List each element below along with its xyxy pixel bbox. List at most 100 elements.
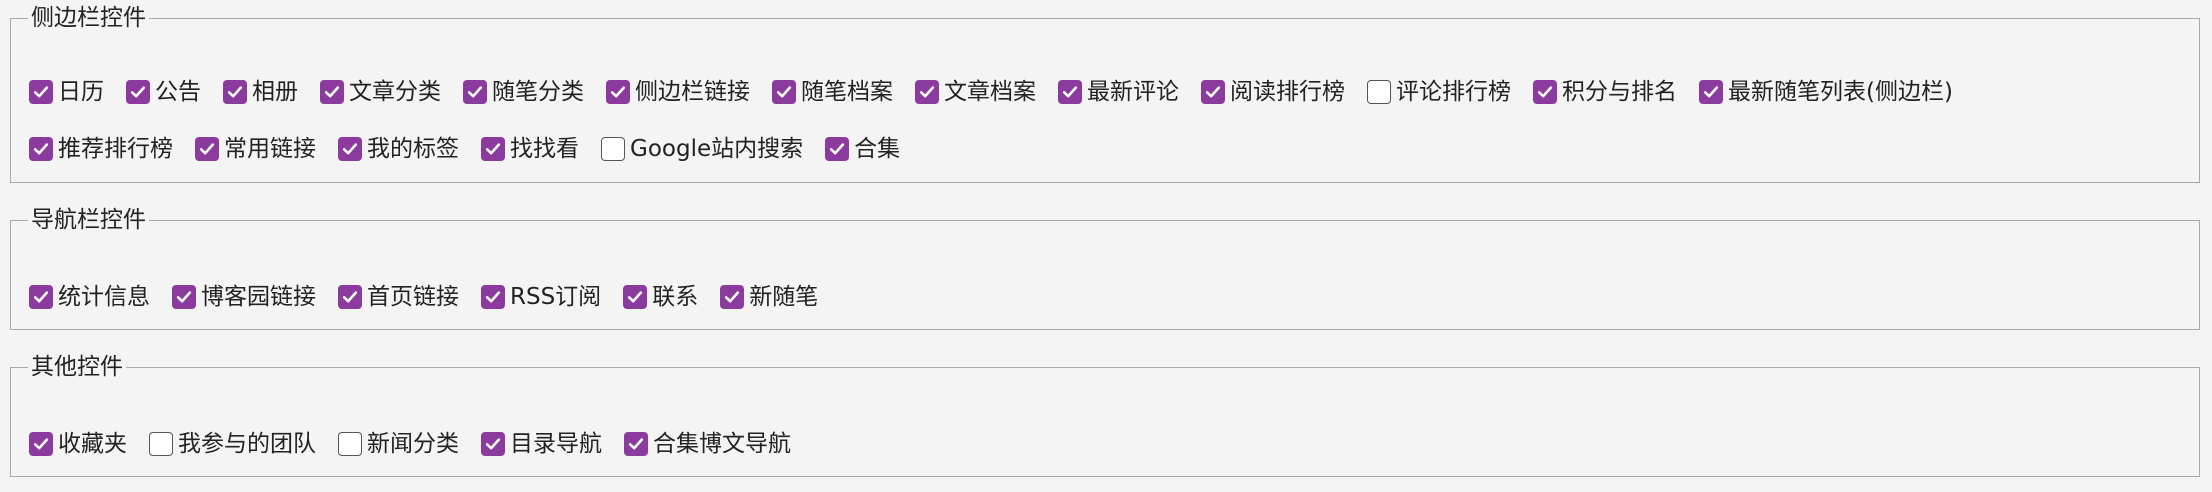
widget-checkbox-item[interactable]: 找找看 — [481, 136, 579, 162]
checkbox-label: 找找看 — [510, 136, 579, 162]
checkmark-icon — [33, 86, 49, 98]
widget-checkbox-item[interactable]: 新闻分类 — [338, 431, 459, 457]
widget-checkbox-item[interactable]: 收藏夹 — [29, 431, 127, 457]
checkbox-checked[interactable] — [1058, 80, 1082, 104]
checkmark-icon — [1205, 86, 1221, 98]
checkmark-icon — [628, 438, 644, 450]
checkbox-checked[interactable] — [29, 80, 53, 104]
checkbox-checked[interactable] — [126, 80, 150, 104]
checkmark-icon — [199, 143, 215, 155]
checkbox-checked[interactable] — [195, 137, 219, 161]
checkbox-checked[interactable] — [720, 285, 745, 309]
checkbox-label: 合集博文导航 — [653, 431, 791, 457]
widget-checkbox-item[interactable]: 公告 — [126, 79, 201, 105]
checkbox-checked[interactable] — [825, 137, 850, 161]
checkbox-checked[interactable] — [29, 432, 53, 456]
widget-checkbox-item[interactable]: 统计信息 — [29, 284, 150, 310]
checkbox-row: 统计信息 博客园链接 首页链接 RSS订阅 联系 新随笔 — [29, 284, 840, 310]
checkbox-checked[interactable] — [1699, 80, 1723, 104]
checkbox-checked[interactable] — [463, 80, 487, 104]
checkmark-icon — [628, 291, 643, 303]
checkbox-label: 随笔档案 — [801, 79, 893, 105]
checkmark-icon — [176, 291, 192, 303]
checkbox-label: 日历 — [58, 79, 104, 105]
widget-checkbox-item[interactable]: 我的标签 — [338, 136, 459, 162]
checkbox-label: 随笔分类 — [492, 79, 584, 105]
widget-checkbox-item[interactable]: Google站内搜索 — [601, 136, 803, 162]
checkbox-unchecked[interactable] — [149, 432, 173, 456]
checkmark-icon — [485, 143, 501, 155]
checkmark-icon — [33, 438, 49, 450]
checkmark-icon — [776, 86, 792, 98]
checkmark-icon — [342, 291, 358, 303]
checkbox-checked[interactable] — [624, 432, 648, 456]
checkbox-checked[interactable] — [481, 137, 505, 161]
checkmark-icon — [830, 143, 845, 155]
checkbox-label: 收藏夹 — [58, 431, 127, 457]
checkbox-label: 评论排行榜 — [1396, 79, 1511, 105]
checkbox-row: 收藏夹 我参与的团队 新闻分类 目录导航 合集博文导航 — [29, 431, 813, 457]
widget-checkbox-item[interactable]: 首页链接 — [338, 284, 459, 310]
checkmark-icon — [467, 86, 483, 98]
widget-checkbox-item[interactable]: 新随笔 — [720, 284, 818, 310]
checkbox-label: 新随笔 — [749, 284, 819, 310]
checkbox-checked[interactable] — [172, 285, 196, 309]
navbar-widgets-group: 导航栏控件 统计信息 博客园链接 首页链接 RSS订阅 联系 新随笔 — [10, 208, 2200, 330]
checkmark-icon — [610, 86, 626, 98]
checkmark-icon — [1062, 86, 1078, 98]
checkmark-icon — [33, 143, 49, 155]
widget-checkbox-item[interactable]: 合集 — [825, 136, 900, 162]
widget-checkbox-item[interactable]: 文章档案 — [915, 79, 1036, 105]
widget-checkbox-item[interactable]: 随笔分类 — [463, 79, 584, 105]
checkbox-label: 合集 — [854, 136, 901, 162]
checkbox-checked[interactable] — [481, 432, 505, 456]
widget-checkbox-item[interactable]: 文章分类 — [320, 79, 441, 105]
widget-checkbox-item[interactable]: 推荐排行榜 — [29, 136, 173, 162]
checkbox-label: 相册 — [252, 79, 298, 105]
widget-checkbox-item[interactable]: 博客园链接 — [172, 284, 316, 310]
widget-checkbox-item[interactable]: 联系 — [623, 284, 698, 310]
checkbox-checked[interactable] — [623, 285, 648, 309]
checkbox-checked[interactable] — [1201, 80, 1225, 104]
checkbox-checked[interactable] — [915, 80, 939, 104]
checkbox-unchecked[interactable] — [601, 137, 625, 161]
checkbox-label: 文章档案 — [944, 79, 1036, 105]
checkbox-label: 最新评论 — [1087, 79, 1179, 105]
checkbox-checked[interactable] — [481, 285, 505, 309]
checkbox-checked[interactable] — [29, 285, 53, 309]
widget-checkbox-item[interactable]: 常用链接 — [195, 136, 316, 162]
checkmark-icon — [324, 86, 340, 98]
checkbox-label: 阅读排行榜 — [1230, 79, 1345, 105]
widget-checkbox-item[interactable]: 侧边栏链接 — [606, 79, 750, 105]
widget-checkbox-item[interactable]: 日历 — [29, 79, 104, 105]
widget-checkbox-item[interactable]: 评论排行榜 — [1367, 79, 1511, 105]
checkmark-icon — [725, 291, 740, 303]
widget-checkbox-item[interactable]: 相册 — [223, 79, 298, 105]
widget-checkbox-item[interactable]: 我参与的团队 — [149, 431, 316, 457]
checkbox-label: 常用链接 — [224, 136, 316, 162]
widget-checkbox-item[interactable]: 最新评论 — [1058, 79, 1179, 105]
checkbox-unchecked[interactable] — [338, 432, 362, 456]
widget-checkbox-item[interactable]: 合集博文导航 — [624, 431, 791, 457]
checkbox-checked[interactable] — [606, 80, 630, 104]
checkbox-checked[interactable] — [223, 80, 247, 104]
checkbox-label: 积分与排名 — [1562, 79, 1677, 105]
checkbox-checked[interactable] — [29, 137, 53, 161]
widget-checkbox-item[interactable]: 阅读排行榜 — [1201, 79, 1345, 105]
checkbox-label: 推荐排行榜 — [58, 136, 173, 162]
checkmark-icon — [1537, 86, 1553, 98]
checkbox-label: 新闻分类 — [367, 431, 459, 457]
widget-checkbox-item[interactable]: 目录导航 — [481, 431, 602, 457]
widget-checkbox-item[interactable]: RSS订阅 — [481, 284, 601, 310]
checkbox-checked[interactable] — [338, 137, 362, 161]
checkbox-checked[interactable] — [320, 80, 344, 104]
checkbox-checked[interactable] — [338, 285, 362, 309]
widget-checkbox-item[interactable]: 最新随笔列表(侧边栏) — [1699, 79, 1953, 105]
checkbox-checked[interactable] — [772, 80, 796, 104]
widget-checkbox-item[interactable]: 积分与排名 — [1533, 79, 1677, 105]
checkbox-checked[interactable] — [1533, 80, 1557, 104]
checkbox-label: Google站内搜索 — [630, 136, 804, 162]
widget-checkbox-item[interactable]: 随笔档案 — [772, 79, 893, 105]
checkbox-unchecked[interactable] — [1367, 80, 1391, 104]
other-widgets-group: 其他控件 收藏夹 我参与的团队 新闻分类 目录导航 合集博文导航 — [10, 355, 2200, 477]
